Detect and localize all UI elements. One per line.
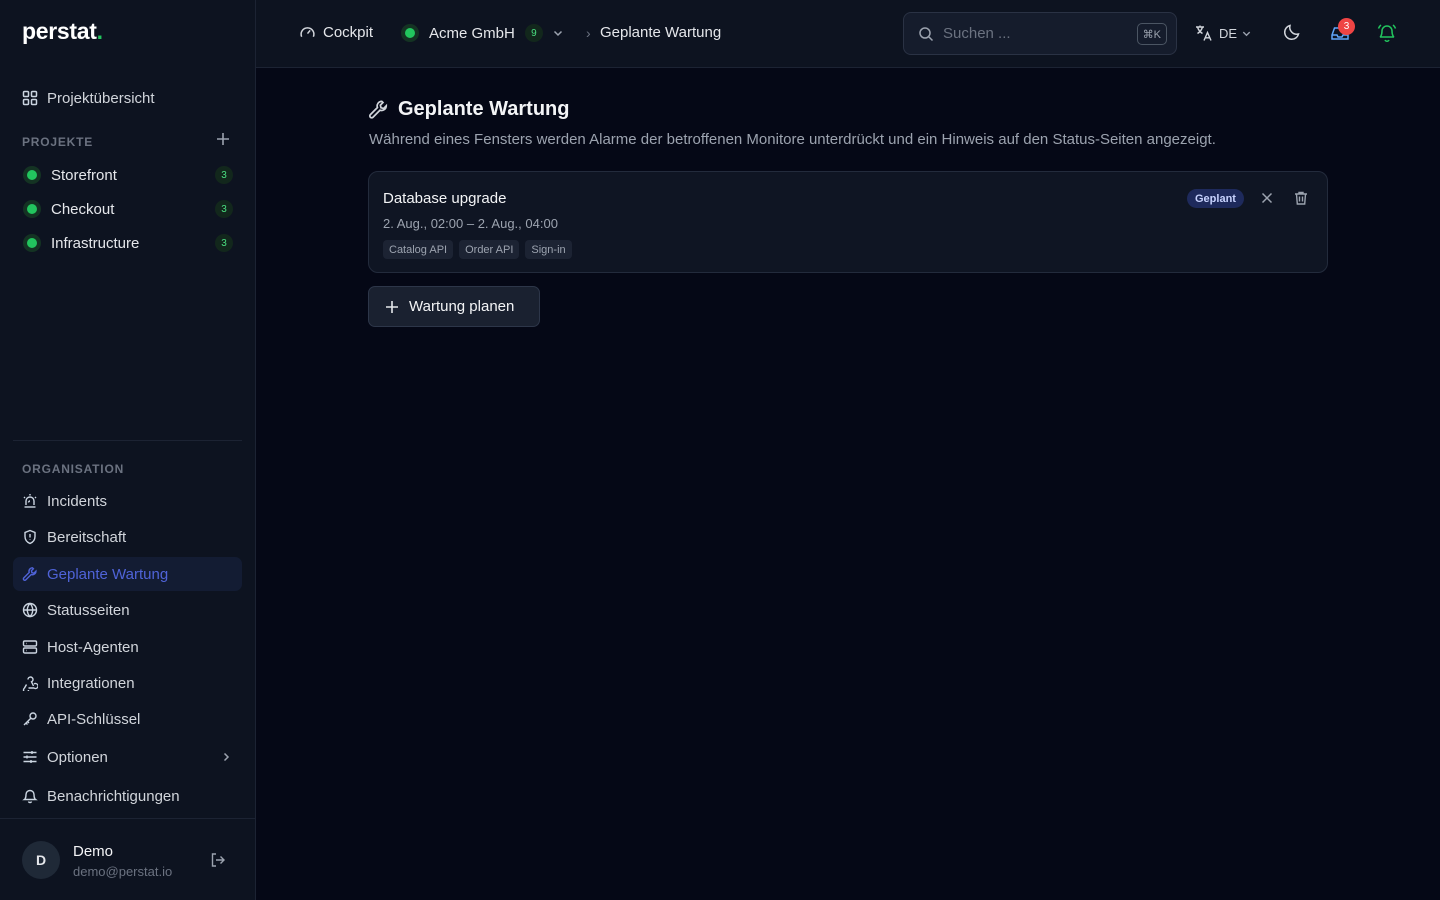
trash-icon bbox=[1293, 190, 1309, 206]
translate-icon bbox=[1194, 23, 1214, 43]
project-count-badge: 3 bbox=[215, 200, 233, 218]
project-count-badge: 3 bbox=[215, 166, 233, 184]
status-badge: Geplant bbox=[1187, 189, 1244, 208]
delete-maintenance-button[interactable] bbox=[1293, 190, 1309, 206]
breadcrumb-label: Cockpit bbox=[323, 24, 374, 41]
search-placeholder: Suchen ... bbox=[943, 25, 1011, 42]
sidebar-item-integrationen[interactable]: Integrationen bbox=[13, 666, 242, 700]
monitor-tags: Catalog API Order API Sign-in bbox=[383, 240, 572, 259]
key-icon bbox=[22, 711, 38, 727]
breadcrumb-cockpit[interactable]: Cockpit bbox=[299, 24, 373, 41]
plus-icon bbox=[385, 300, 399, 314]
sidebar-item-label: Optionen bbox=[47, 748, 108, 766]
org-name: Acme GmbH bbox=[429, 24, 515, 42]
maintenance-window-card[interactable]: Database upgrade 2. Aug., 02:00 – 2. Aug… bbox=[368, 171, 1328, 273]
status-dot-icon bbox=[401, 24, 419, 42]
user-profile: D Demo demo@perstat.io bbox=[0, 818, 255, 900]
project-name: Checkout bbox=[51, 200, 115, 218]
org-switcher[interactable]: Acme GmbH 9 bbox=[401, 24, 564, 42]
sidebar-item-geplante-wartung[interactable]: Geplante Wartung bbox=[13, 557, 242, 591]
sidebar-item-projektuebersicht[interactable]: Projektübersicht bbox=[13, 81, 242, 115]
chevron-down-icon bbox=[552, 27, 564, 39]
schedule-maintenance-button[interactable]: Wartung planen bbox=[368, 286, 540, 327]
language-switcher[interactable]: DE bbox=[1194, 23, 1252, 43]
maintenance-time: 2. Aug., 02:00 – 2. Aug., 04:00 bbox=[383, 216, 558, 231]
gauge-icon bbox=[299, 24, 316, 41]
close-icon bbox=[1259, 190, 1275, 206]
project-name: Infrastructure bbox=[51, 234, 140, 252]
bell-icon bbox=[22, 788, 38, 804]
status-dot-icon bbox=[23, 166, 41, 184]
project-item-infrastructure[interactable]: Infrastructure 3 bbox=[13, 227, 242, 259]
sidebar-item-label: Geplante Wartung bbox=[47, 565, 169, 583]
org-count-badge: 9 bbox=[524, 24, 543, 42]
grid-icon bbox=[22, 90, 38, 106]
sidebar-item-optionen[interactable]: Optionen bbox=[13, 740, 242, 774]
project-item-checkout[interactable]: Checkout 3 bbox=[13, 193, 242, 225]
project-item-storefront[interactable]: Storefront 3 bbox=[13, 159, 242, 191]
organisation-section-label: ORGANISATION bbox=[22, 462, 125, 476]
page-title-text: Geplante Wartung bbox=[398, 98, 570, 120]
status-dot-icon bbox=[23, 200, 41, 218]
status-dot-icon bbox=[23, 234, 41, 252]
sidebar-item-bereitschaft[interactable]: Bereitschaft bbox=[13, 520, 242, 554]
search-input[interactable]: Suchen ... ⌘K bbox=[903, 12, 1177, 55]
sidebar-divider bbox=[13, 440, 242, 441]
breadcrumb-current: Geplante Wartung bbox=[600, 24, 722, 41]
search-icon bbox=[918, 26, 934, 42]
project-name: Storefront bbox=[51, 166, 117, 184]
sidebar-item-label: Host-Agenten bbox=[47, 638, 139, 656]
page-title: Geplante Wartung bbox=[368, 98, 569, 121]
wrench-icon bbox=[368, 99, 389, 120]
wrench-icon bbox=[22, 566, 38, 582]
sidebar-item-label: Incidents bbox=[47, 492, 108, 510]
search-shortcut: ⌘K bbox=[1136, 23, 1167, 45]
sidebar-item-incidents[interactable]: Incidents bbox=[13, 484, 242, 518]
sidebar-item-label: Benachrichtigungen bbox=[47, 787, 180, 805]
sidebar-item-label: Integrationen bbox=[47, 674, 135, 692]
add-project-button[interactable] bbox=[214, 131, 232, 149]
sidebar: perstat. Projektübersicht PROJEKTE Store… bbox=[0, 0, 256, 900]
monitor-tag: Order API bbox=[459, 240, 520, 259]
monitor-tag: Sign-in bbox=[525, 240, 572, 259]
sidebar-item-benachrichtigungen[interactable]: Benachrichtigungen bbox=[13, 779, 242, 813]
shield-icon bbox=[22, 529, 38, 545]
brand-logo[interactable]: perstat. bbox=[22, 18, 103, 45]
siren-icon bbox=[22, 493, 38, 509]
breadcrumb-separator-icon: › bbox=[586, 25, 591, 41]
monitor-tag: Catalog API bbox=[383, 240, 454, 259]
page-description: Während eines Fensters werden Alarme der… bbox=[369, 131, 1216, 148]
moon-icon[interactable] bbox=[1282, 22, 1302, 42]
sidebar-item-label: API-Schlüssel bbox=[47, 710, 141, 728]
sidebar-item-host-agenten[interactable]: Host-Agenten bbox=[13, 630, 242, 664]
sidebar-item-api-schluessel[interactable]: API-Schlüssel bbox=[13, 702, 242, 736]
sliders-icon bbox=[22, 749, 38, 765]
server-icon bbox=[22, 639, 38, 655]
projects-section-label: PROJEKTE bbox=[22, 135, 94, 149]
notification-count-badge: 3 bbox=[1338, 18, 1355, 35]
chevron-down-icon bbox=[1241, 28, 1252, 39]
maintenance-title: Database upgrade bbox=[383, 190, 507, 207]
language-code: DE bbox=[1219, 25, 1238, 41]
cancel-maintenance-button[interactable] bbox=[1259, 190, 1275, 206]
globe-icon bbox=[22, 602, 38, 618]
sidebar-item-statusseiten[interactable]: Statusseiten bbox=[13, 593, 242, 627]
bell-ring-icon[interactable] bbox=[1376, 22, 1398, 44]
logout-icon[interactable] bbox=[209, 851, 227, 869]
avatar[interactable]: D bbox=[22, 841, 60, 879]
project-count-badge: 3 bbox=[215, 234, 233, 252]
webhook-icon bbox=[22, 675, 38, 691]
sidebar-item-label: Projektübersicht bbox=[47, 89, 155, 107]
chevron-right-icon bbox=[220, 751, 232, 763]
sidebar-item-label: Bereitschaft bbox=[47, 528, 127, 546]
user-email: demo@perstat.io bbox=[73, 864, 173, 879]
topbar: Cockpit Acme GmbH 9 › Geplante Wartung S… bbox=[256, 0, 1440, 68]
sidebar-item-label: Statusseiten bbox=[47, 601, 130, 619]
user-name: Demo bbox=[73, 843, 114, 860]
schedule-maintenance-label: Wartung planen bbox=[409, 298, 515, 315]
